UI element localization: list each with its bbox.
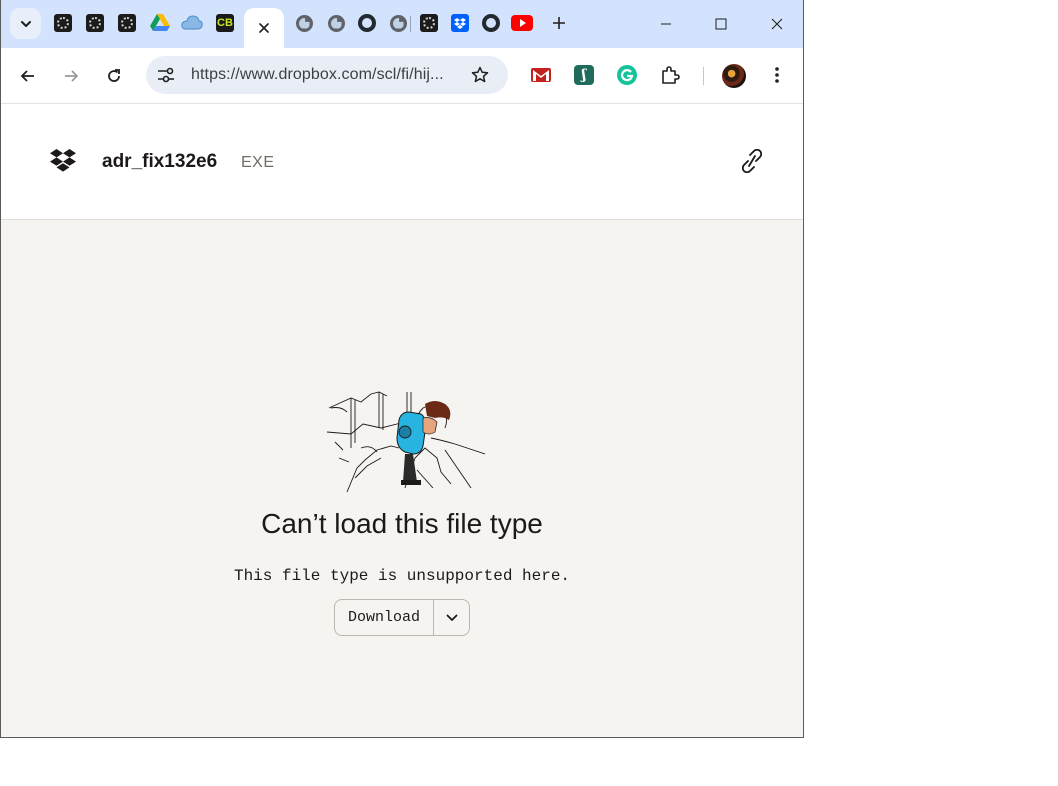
pinned-tab[interactable] <box>511 12 533 34</box>
minimize-button[interactable] <box>646 8 686 40</box>
pinned-tab[interactable] <box>181 12 203 34</box>
copy-link-icon[interactable] <box>742 149 762 173</box>
url-text[interactable]: https://www.dropbox.com/scl/fi/hij... <box>191 66 444 84</box>
youtube-icon <box>511 15 533 31</box>
gmail-icon <box>531 68 551 82</box>
globe-icon <box>295 14 313 32</box>
toolbar-divider <box>703 67 704 85</box>
puzzle-icon <box>662 66 680 84</box>
browser-window: CB https://www.dropbox.com/scl/fi/hij...… <box>0 0 804 738</box>
maximize-icon <box>715 18 727 30</box>
preview-area: Can’t load this file type This file type… <box>1 220 803 737</box>
grammarly-extension[interactable] <box>614 62 640 88</box>
pinned-tab[interactable] <box>418 12 440 34</box>
reload-icon <box>108 69 120 82</box>
globe-icon <box>389 14 407 32</box>
file-header: adr_fix132e6 EXE <box>1 104 803 220</box>
back-button[interactable] <box>12 60 44 92</box>
dark-app-icon <box>118 14 136 32</box>
error-description: This file type is unsupported here. <box>233 567 571 585</box>
new-tab-button[interactable] <box>548 12 570 34</box>
arrow-right-icon <box>65 70 79 82</box>
globe-icon <box>327 14 345 32</box>
extensions-button[interactable] <box>657 62 683 88</box>
active-tab[interactable] <box>244 8 284 48</box>
maximize-button[interactable] <box>701 8 741 40</box>
s-app-icon: ʃ <box>574 65 594 85</box>
close-icon <box>771 18 783 30</box>
dropbox-logo-icon[interactable] <box>50 149 76 173</box>
more-vert-icon <box>775 67 779 83</box>
plus-icon <box>553 17 565 29</box>
pinned-tab[interactable] <box>480 12 502 34</box>
dark-app-icon <box>420 14 438 32</box>
google-drive-icon <box>150 14 170 31</box>
extension-s[interactable]: ʃ <box>571 62 597 88</box>
arrow-left-icon <box>20 70 34 82</box>
site-settings-icon[interactable] <box>157 67 175 83</box>
download-button[interactable]: Download <box>335 600 434 635</box>
pinned-tab[interactable] <box>149 12 171 34</box>
error-title: Can’t load this file type <box>261 508 543 539</box>
gmail-extension[interactable] <box>528 62 554 88</box>
onedrive-icon <box>181 15 203 30</box>
binoculars-viewer-illustration <box>326 391 485 493</box>
forward-button[interactable] <box>55 60 87 92</box>
download-split-button: Download <box>334 599 470 636</box>
pinned-tab[interactable]: CB <box>214 12 236 34</box>
pinned-tab[interactable] <box>449 12 471 34</box>
file-name: adr_fix132e6 <box>102 151 218 172</box>
minimize-icon <box>661 23 671 25</box>
chevron-down-icon <box>446 614 457 621</box>
browser-toolbar: https://www.dropbox.com/scl/fi/hij... ʃ <box>1 48 803 104</box>
dark-app-icon <box>86 14 104 32</box>
grammarly-icon <box>617 65 637 85</box>
reload-button[interactable] <box>98 60 130 92</box>
download-options-button[interactable] <box>434 600 469 635</box>
tab-search-button[interactable] <box>10 8 41 39</box>
pinned-tab[interactable] <box>325 12 347 34</box>
pinned-tab[interactable] <box>84 12 106 34</box>
tab-strip: CB <box>1 0 803 48</box>
address-bar[interactable]: https://www.dropbox.com/scl/fi/hij... <box>146 56 508 94</box>
github-icon <box>482 14 500 32</box>
pinned-tab[interactable] <box>52 12 74 34</box>
chevron-down-icon <box>20 20 31 27</box>
pinned-tab[interactable] <box>387 12 409 34</box>
close-window-button[interactable] <box>757 8 797 40</box>
pinned-tab[interactable] <box>293 12 315 34</box>
close-icon[interactable] <box>258 22 270 34</box>
pinned-tab[interactable] <box>116 12 138 34</box>
github-icon <box>358 14 376 32</box>
pinned-tab[interactable] <box>356 12 378 34</box>
profile-avatar[interactable] <box>722 64 746 88</box>
dropbox-icon <box>451 14 469 32</box>
dark-app-icon <box>54 14 72 32</box>
bookmark-star-icon[interactable] <box>471 66 489 84</box>
file-extension: EXE <box>241 154 275 171</box>
cb-icon: CB <box>216 14 234 32</box>
tab-separator <box>410 16 411 32</box>
menu-button[interactable] <box>764 62 790 88</box>
